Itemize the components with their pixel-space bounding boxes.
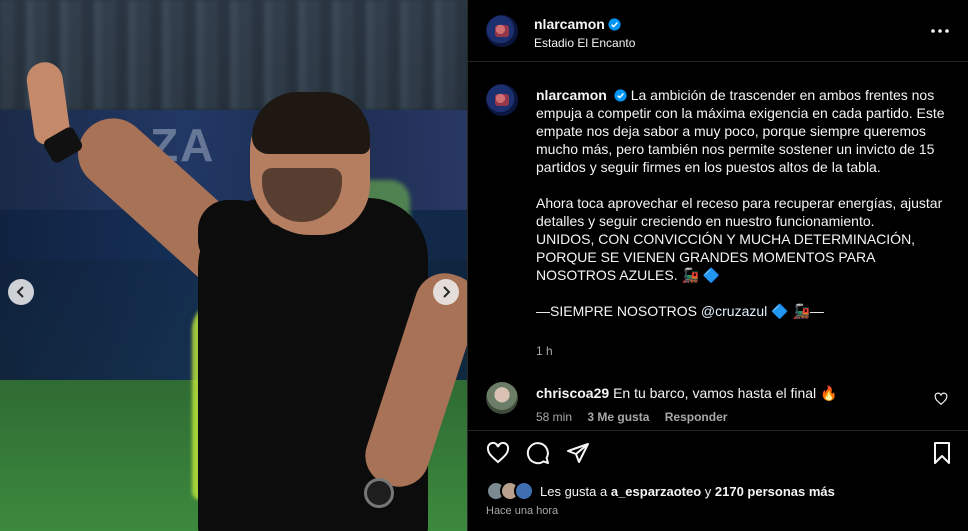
coach-watch bbox=[364, 478, 394, 508]
liker-avatars bbox=[486, 480, 536, 502]
liker-avatar bbox=[514, 481, 534, 501]
comment-time: 58 min bbox=[536, 410, 573, 424]
mention-link[interactable]: @cruzazul bbox=[701, 303, 767, 319]
post-actions-bar bbox=[468, 430, 968, 478]
carousel-prev-button[interactable] bbox=[8, 279, 34, 305]
author-username[interactable]: nlarcamon bbox=[534, 16, 621, 32]
reply-button[interactable]: Responder bbox=[665, 410, 728, 424]
comment-text: chriscoa29 En tu barco, vamos hasta el f… bbox=[536, 385, 838, 402]
likes-prefix: Les gusta a bbox=[540, 484, 611, 499]
comment-button[interactable] bbox=[526, 441, 552, 467]
comment-meta: 58 min 3 Me gusta Responder bbox=[536, 410, 739, 424]
post-location[interactable]: Estadio El Encanto bbox=[534, 36, 635, 50]
post-timestamp: Hace una hora bbox=[486, 505, 559, 517]
heart-icon[interactable] bbox=[934, 392, 948, 406]
carousel-next-button[interactable] bbox=[433, 279, 459, 305]
verified-badge-icon bbox=[608, 18, 621, 31]
author-avatar[interactable] bbox=[486, 15, 518, 47]
comment-item: chriscoa29 En tu barco, vamos hasta el f… bbox=[486, 382, 956, 432]
caption-body: La ambición de trascender en ambos frent… bbox=[536, 87, 945, 283]
caption-signature-start: —SIEMPRE NOSOTROS bbox=[536, 303, 701, 319]
author-username-text[interactable]: nlarcamon bbox=[534, 16, 605, 32]
coach-hair bbox=[252, 92, 370, 154]
chevron-left-icon bbox=[16, 286, 24, 298]
commenter-username[interactable]: chriscoa29 bbox=[536, 385, 609, 401]
chevron-right-icon bbox=[443, 286, 451, 298]
comment-icon bbox=[526, 442, 549, 465]
caption-time: 1 h bbox=[536, 344, 553, 358]
stadium-stands bbox=[0, 0, 467, 110]
post-details-panel: nlarcamon Estadio El Encanto nlarcamon L… bbox=[467, 0, 968, 531]
verified-badge-icon bbox=[614, 89, 627, 102]
caption-avatar[interactable] bbox=[486, 84, 518, 116]
bookmark-icon bbox=[934, 442, 950, 464]
share-button[interactable] bbox=[566, 441, 592, 467]
commenter-avatar[interactable] bbox=[486, 382, 518, 414]
comment-likes[interactable]: 3 Me gusta bbox=[587, 410, 649, 424]
save-button[interactable] bbox=[930, 441, 956, 467]
post-media[interactable]: ZA bbox=[0, 0, 467, 531]
caption-signature-end: 🔷 🚂— bbox=[767, 303, 824, 319]
coach-sleeve bbox=[198, 200, 268, 270]
post-header: nlarcamon Estadio El Encanto bbox=[468, 0, 968, 62]
caption-text: nlarcamon La ambición de trascender en a… bbox=[536, 86, 956, 320]
caption-username[interactable]: nlarcamon bbox=[536, 87, 607, 103]
heart-icon bbox=[486, 441, 510, 464]
more-options-icon bbox=[931, 29, 949, 33]
likes-summary: Les gusta a a_esparzaoteo y 2170 persona… bbox=[486, 480, 956, 502]
like-button[interactable] bbox=[486, 441, 512, 467]
liker-username[interactable]: a_esparzaoteo bbox=[611, 484, 701, 499]
likes-and: y bbox=[701, 484, 715, 499]
likes-text[interactable]: Les gusta a a_esparzaoteo y 2170 persona… bbox=[540, 484, 835, 499]
more-options-button[interactable] bbox=[929, 20, 951, 42]
comment-body: En tu barco, vamos hasta el final 🔥 bbox=[613, 385, 838, 401]
send-icon bbox=[567, 443, 589, 463]
likes-count[interactable]: 2170 personas más bbox=[715, 484, 835, 499]
